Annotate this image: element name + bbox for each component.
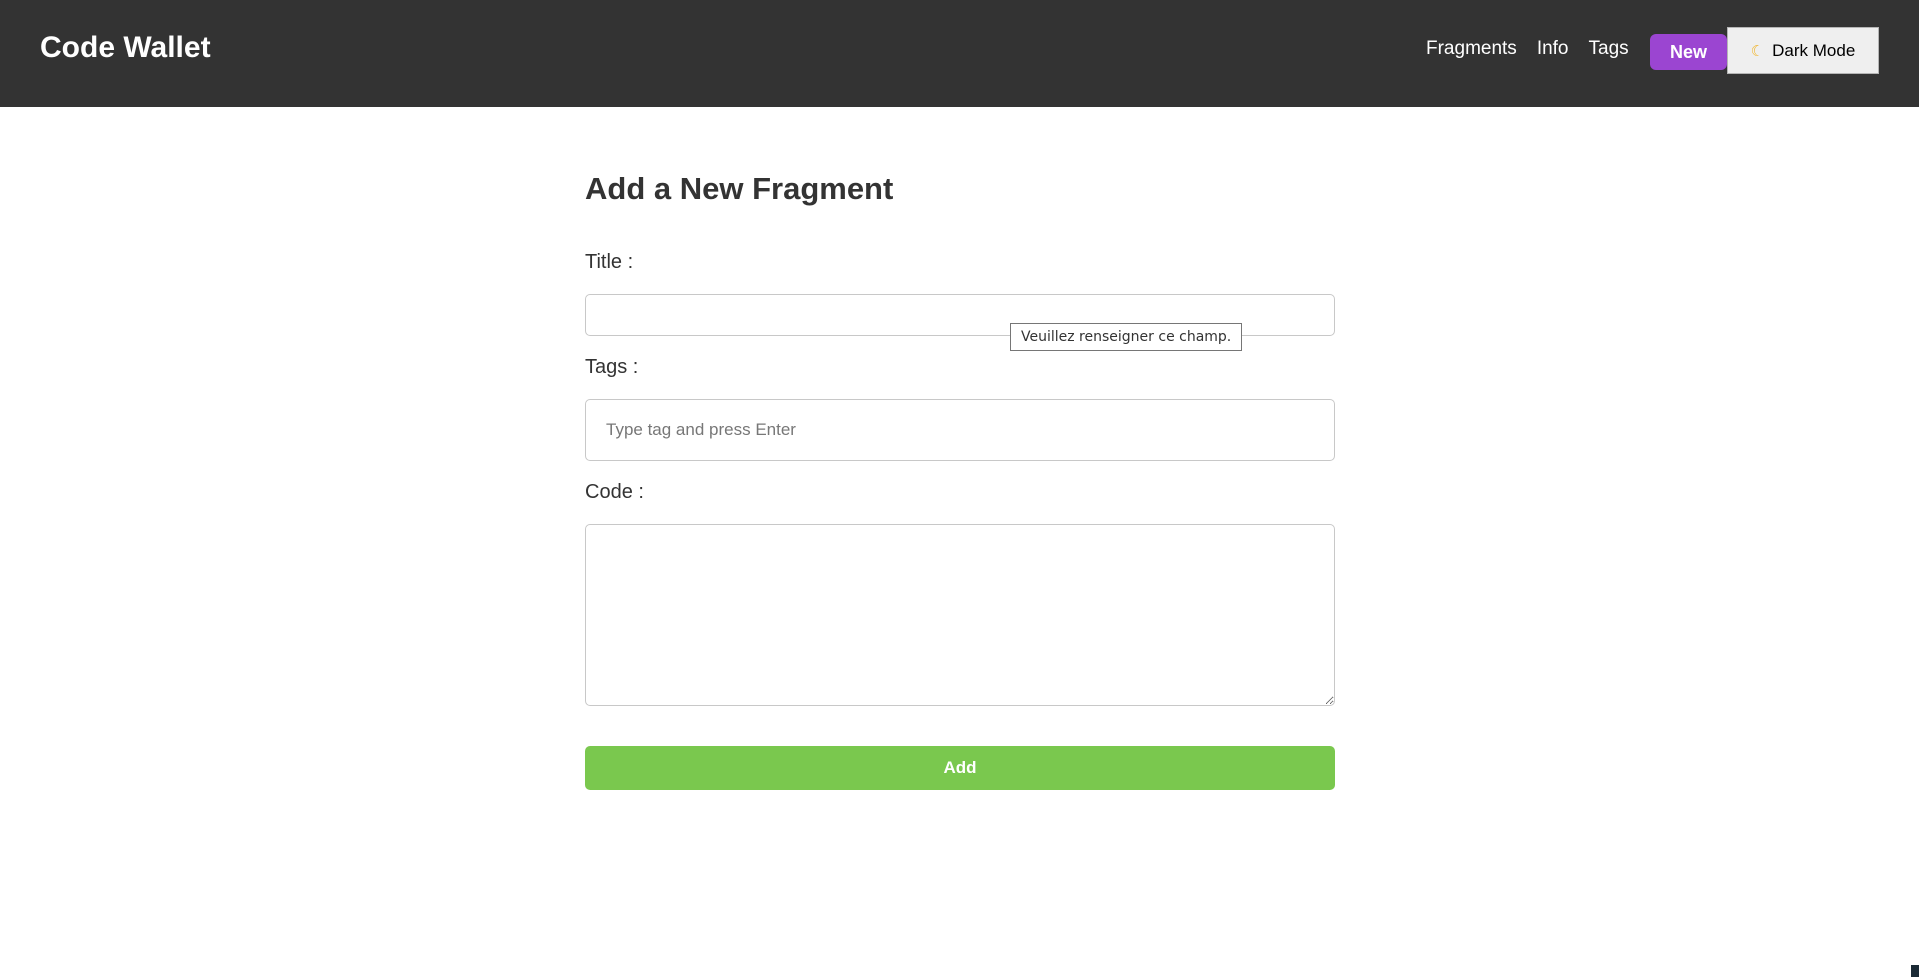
code-label: Code : xyxy=(585,481,644,503)
tags-label: Tags : xyxy=(585,356,639,378)
validation-tooltip: Veuillez renseigner ce champ. xyxy=(1010,323,1243,351)
moon-icon: ☾ xyxy=(1750,42,1765,60)
nav-link-fragments[interactable]: Fragments xyxy=(1426,38,1517,60)
title-label: Title : xyxy=(585,251,634,273)
corner-artifact xyxy=(1911,965,1919,977)
dark-mode-label: Dark Mode xyxy=(1772,40,1856,60)
dark-mode-button[interactable]: ☾ Dark Mode xyxy=(1727,27,1879,74)
nav-link-tags[interactable]: Tags xyxy=(1589,38,1629,60)
app-brand[interactable]: Code Wallet xyxy=(40,31,211,65)
add-button[interactable]: Add xyxy=(585,746,1335,790)
nav-link-info[interactable]: Info xyxy=(1537,38,1569,60)
new-button[interactable]: New xyxy=(1650,34,1727,70)
code-textarea[interactable] xyxy=(585,524,1335,706)
navbar: Code Wallet Fragments Info Tags New ☾ Da… xyxy=(0,0,1919,107)
page-title: Add a New Fragment xyxy=(585,171,894,206)
nav-links: Fragments Info Tags xyxy=(1426,38,1649,60)
tags-input[interactable] xyxy=(585,399,1335,461)
